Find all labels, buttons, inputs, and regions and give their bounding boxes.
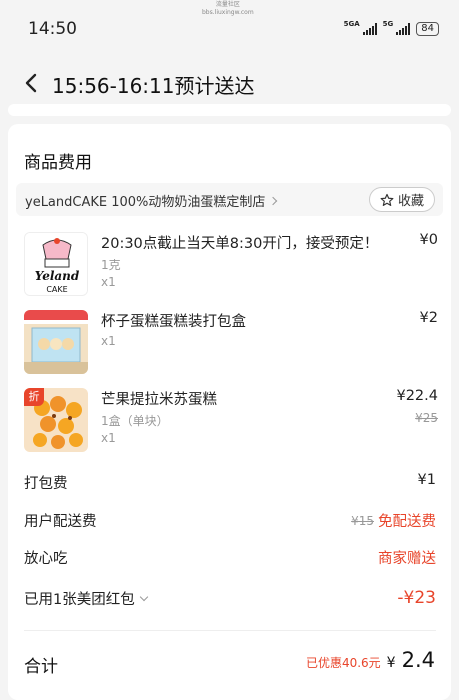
item-thumbnail [24, 310, 88, 374]
item-quantity: x1 [101, 431, 116, 445]
item-quantity: x1 [101, 275, 116, 289]
item-name: 20:30点截止当天单8:30开门，接受预定！ [101, 236, 379, 252]
cupcake-box-image [24, 310, 88, 374]
order-item[interactable]: 杯子蛋糕蛋糕装打包盒 x1 ¥2 [24, 310, 438, 374]
coupon-row[interactable]: 已用1张美团红包 -¥23 [24, 588, 436, 612]
delivery-time-title: 15:56-16:11预计送达 [52, 74, 255, 98]
item-price: ¥2 [419, 310, 438, 326]
logo-subtext: CAKE [46, 285, 67, 294]
battery-icon: 84 [416, 22, 439, 36]
section-title: 商品费用 [24, 153, 92, 173]
back-arrow-icon[interactable] [22, 72, 40, 94]
delivery-fee-row: 用户配送费 ¥15 免配送费 [24, 510, 436, 534]
total-currency: ¥ [386, 655, 396, 671]
item-spec: 1克 [101, 258, 121, 272]
delivery-fee-label: 用户配送费 [24, 514, 97, 530]
total-value: 2.4 [401, 648, 435, 672]
logo-text: Yeland [35, 269, 80, 283]
watermark-line2: bbs.liuxingw.com [202, 9, 254, 16]
total-label: 合计 [24, 657, 58, 677]
packing-fee-value: ¥1 [417, 472, 436, 488]
item-spec: 1盒（单块） [101, 414, 169, 428]
signal-icon [362, 23, 377, 35]
watermark: 流量社区 bbs.liuxingw.com [202, 1, 254, 17]
coupon-value: -¥23 [397, 588, 436, 608]
delivery-fee-values: ¥15 免配送费 [351, 510, 436, 531]
previous-card-edge [8, 104, 451, 116]
item-price: ¥22.4 [396, 388, 438, 404]
item-original-price: ¥25 [415, 411, 438, 425]
total-discount: 已优惠40.6元 [305, 656, 381, 670]
store-name: yeLandCAKE 100%动物奶油蛋糕定制店 [25, 195, 266, 210]
favorite-button[interactable]: 收藏 [368, 187, 435, 212]
item-price: ¥0 [419, 232, 438, 248]
network-label: 5GA [343, 20, 360, 28]
worry-free-value: 商家赠送 [378, 551, 436, 567]
coupon-label: 已用1张美团红包 [24, 592, 135, 608]
status-time: 14:50 [28, 19, 77, 39]
header: 15:56-16:11预计送达 [0, 56, 459, 110]
watermark-line1: 流量社区 [215, 1, 240, 8]
network-label-2: 5G [382, 20, 394, 28]
store-row[interactable]: yeLandCAKE 100%动物奶油蛋糕定制店 收藏 [16, 183, 443, 216]
chevron-down-icon [139, 592, 148, 601]
status-icons: 5GA 5G 84 [343, 20, 439, 36]
status-bar: 14:50 流量社区 bbs.liuxingw.com 5GA 5G 84 [0, 0, 459, 56]
worry-free-row: 放心吃 商家赠送 [24, 547, 436, 571]
item-quantity: x1 [101, 334, 116, 348]
item-name: 杯子蛋糕蛋糕装打包盒 [101, 314, 246, 330]
packing-fee-label: 打包费 [24, 476, 68, 492]
item-thumbnail: Yeland CAKE [24, 232, 88, 296]
chevron-right-icon [269, 196, 278, 205]
favorite-label: 收藏 [397, 194, 424, 209]
order-item[interactable]: 折 芒果提拉米苏蛋糕 1盒（单块） x1 ¥22.4 ¥25 [24, 388, 438, 452]
item-name: 芒果提拉米苏蛋糕 [101, 392, 217, 408]
packing-fee-row: 打包费 ¥1 [24, 472, 436, 496]
coupon-selector[interactable]: 已用1张美团红包 [24, 588, 148, 609]
discount-badge: 折 [24, 388, 44, 406]
star-icon [380, 193, 394, 206]
order-item[interactable]: Yeland CAKE 20:30点截止当天单8:30开门，接受预定！ 1克 x… [24, 232, 438, 296]
delivery-fee-original: ¥15 [351, 513, 374, 528]
delivery-fee-value: 免配送费 [378, 514, 436, 530]
store-name-link[interactable]: yeLandCAKE 100%动物奶油蛋糕定制店 [25, 191, 278, 210]
signal-icon-2 [396, 23, 411, 35]
worry-free-label: 放心吃 [24, 551, 68, 567]
total-amount: 已优惠40.6元 ¥ 2.4 [306, 648, 435, 672]
yeland-cake-logo: Yeland CAKE [25, 233, 87, 295]
divider [24, 630, 436, 631]
